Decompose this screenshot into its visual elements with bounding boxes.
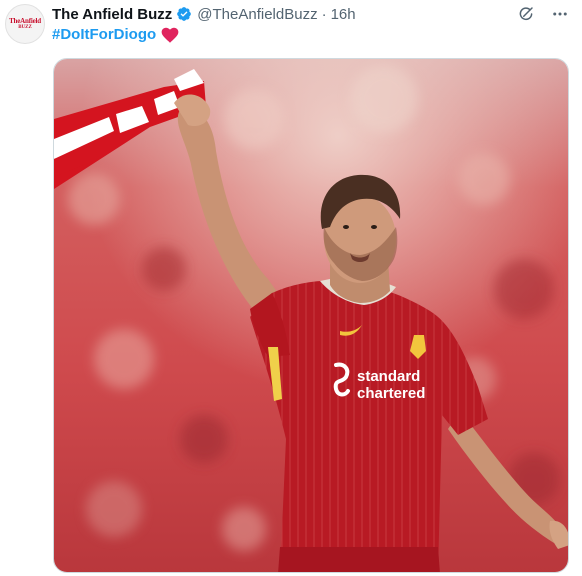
sponsor-line-1: standard [357,368,420,385]
verified-badge-icon [176,6,192,22]
tweet-header: The Anfield Buzz @TheAnfieldBuzz · 16h [52,4,356,24]
hashtag-link[interactable]: #DoItForDiogo [52,26,156,43]
grok-icon[interactable] [514,4,538,24]
tweet-photo[interactable]: standard chartered [53,58,569,573]
sponsor-line-2: chartered [357,385,425,402]
display-name[interactable]: The Anfield Buzz [52,6,172,23]
tweet-actions [514,4,572,24]
player-celebration-photo: standard chartered [54,59,568,572]
avatar-logo-subtext: BUZZ [18,24,32,30]
header-separator: · [321,5,327,23]
avatar[interactable]: TheAnfield BUZZ [5,4,45,44]
avatar-logo-text: TheAnfield [9,16,41,25]
more-options-icon[interactable] [548,4,572,24]
user-handle[interactable]: @TheAnfieldBuzz [197,6,317,23]
timestamp[interactable]: 16h [331,6,356,23]
tweet-text: #DoItForDiogo [52,26,179,43]
red-heart-emoji-icon [161,27,179,43]
